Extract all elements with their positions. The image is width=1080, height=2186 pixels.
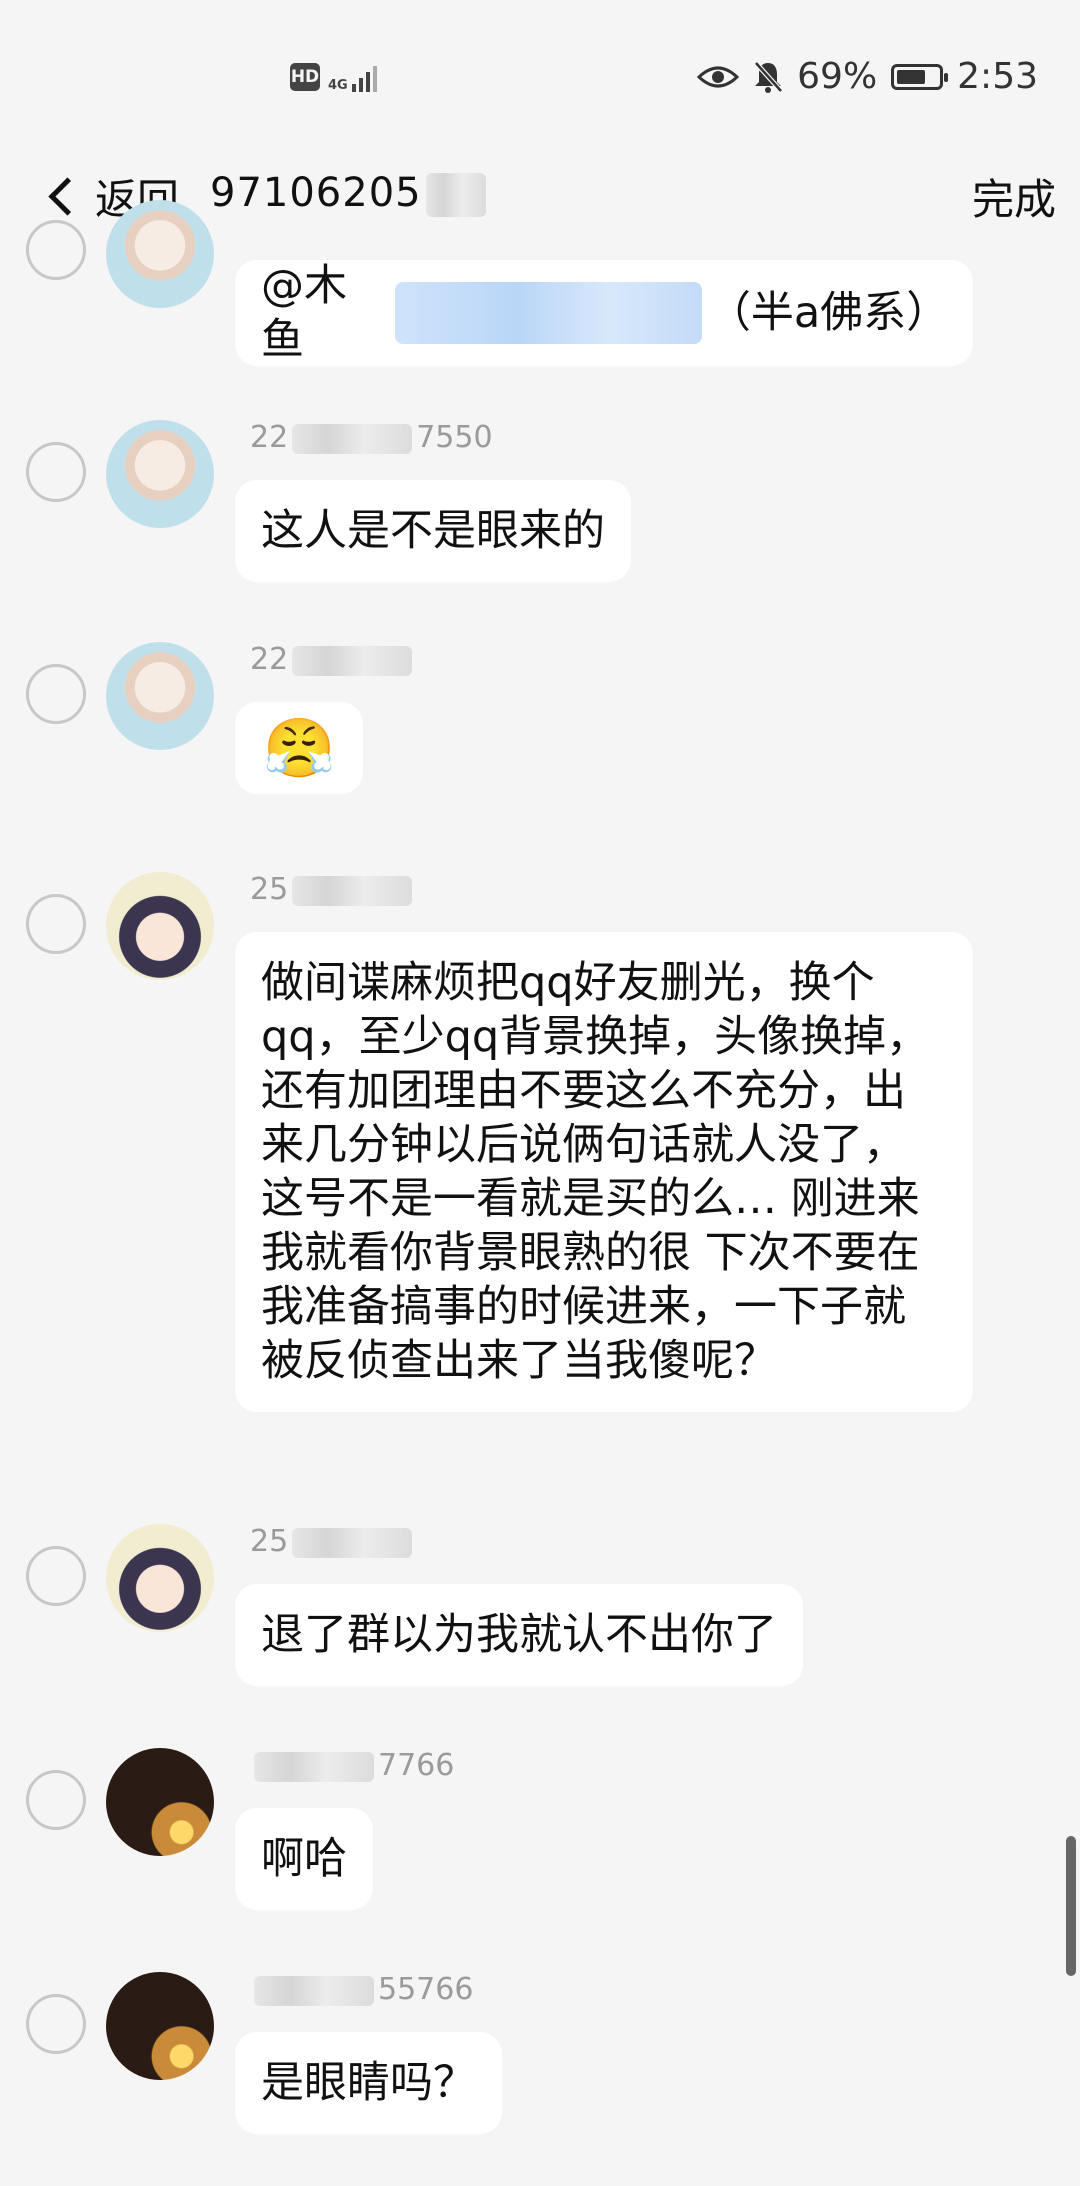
message-bubble[interactable]: 退了群以为我就认不出你了 bbox=[235, 1584, 803, 1686]
status-bar: HD 4G 69% 2:53 bbox=[0, 0, 1080, 160]
avatar[interactable] bbox=[106, 1748, 214, 1856]
sender-name: 55766 bbox=[250, 1972, 473, 2007]
select-radio[interactable] bbox=[26, 894, 86, 954]
clock: 2:53 bbox=[957, 56, 1038, 97]
redaction-blur bbox=[292, 423, 413, 454]
eye-icon bbox=[697, 66, 740, 87]
select-radio[interactable] bbox=[26, 1770, 86, 1830]
status-bar-right: 69% 2:53 bbox=[697, 56, 1038, 97]
redaction-blur bbox=[292, 875, 413, 906]
message-bubble[interactable]: 这人是不是眼来的 bbox=[235, 480, 631, 582]
battery-percent: 69% bbox=[797, 56, 878, 97]
message-text: 这人是不是眼来的 bbox=[261, 506, 605, 556]
status-bar-left: HD 4G bbox=[290, 62, 377, 92]
sender-name: 7766 bbox=[250, 1748, 454, 1783]
emoji-bubble[interactable]: 😤 bbox=[235, 702, 364, 794]
avatar[interactable] bbox=[106, 420, 214, 528]
message-text: 是眼睛吗？ bbox=[261, 2058, 476, 2108]
chevron-left-icon bbox=[48, 177, 87, 216]
battery-level bbox=[897, 69, 926, 84]
message-text: 做间谍麻烦把qq好友删光，换个qq，至少qq背景换掉，头像换掉，还有加团理由不要… bbox=[261, 958, 930, 1386]
avatar[interactable] bbox=[106, 200, 214, 308]
select-radio[interactable] bbox=[26, 220, 86, 280]
message-text: @木鱼 bbox=[261, 261, 347, 365]
redaction-blur bbox=[254, 1751, 374, 1782]
message-bubble[interactable]: 啊哈 bbox=[235, 1808, 373, 1910]
avatar[interactable] bbox=[106, 1972, 214, 2080]
sender-name: 25 bbox=[250, 872, 416, 907]
message-text: 啊哈 bbox=[261, 1834, 347, 1884]
redaction-blur bbox=[292, 1527, 413, 1558]
redaction-blur bbox=[292, 645, 413, 676]
message-bubble[interactable]: 做间谍麻烦把qq好友删光，换个qq，至少qq背景换掉，头像换掉，还有加团理由不要… bbox=[235, 932, 973, 1412]
signal-indicator: 4G bbox=[328, 62, 377, 92]
scrollbar[interactable] bbox=[1066, 1836, 1076, 1976]
sender-name: 22 bbox=[250, 642, 416, 677]
hd-badge: HD bbox=[290, 63, 320, 91]
page-title: 97106205 bbox=[210, 170, 490, 217]
message-text: 退了群以为我就认不出你了 bbox=[261, 1610, 777, 1660]
network-type: 4G bbox=[328, 78, 348, 93]
sender-name: 25 bbox=[250, 1524, 416, 1559]
avatar[interactable] bbox=[106, 1524, 214, 1632]
mute-bell-icon bbox=[754, 60, 784, 93]
select-radio[interactable] bbox=[26, 1994, 86, 2054]
angry-emoji-icon: 😤 bbox=[263, 714, 336, 782]
select-radio[interactable] bbox=[26, 664, 86, 724]
select-radio[interactable] bbox=[26, 442, 86, 502]
redaction-blur bbox=[425, 173, 486, 217]
message-text-suffix: （半a佛系） bbox=[707, 288, 950, 338]
message-bubble[interactable]: 是眼睛吗？ bbox=[235, 2032, 502, 2134]
select-radio[interactable] bbox=[26, 1546, 86, 1606]
done-button[interactable]: 完成 bbox=[972, 166, 1056, 227]
redaction-blur bbox=[394, 282, 702, 344]
avatar[interactable] bbox=[106, 872, 214, 980]
sender-name: 22 7550 bbox=[250, 420, 493, 455]
signal-bars-icon bbox=[351, 62, 377, 92]
battery-icon bbox=[891, 63, 949, 90]
message-bubble[interactable]: @木鱼 （半a佛系） bbox=[235, 260, 973, 366]
redaction-blur bbox=[254, 1975, 374, 2006]
avatar[interactable] bbox=[106, 642, 214, 750]
